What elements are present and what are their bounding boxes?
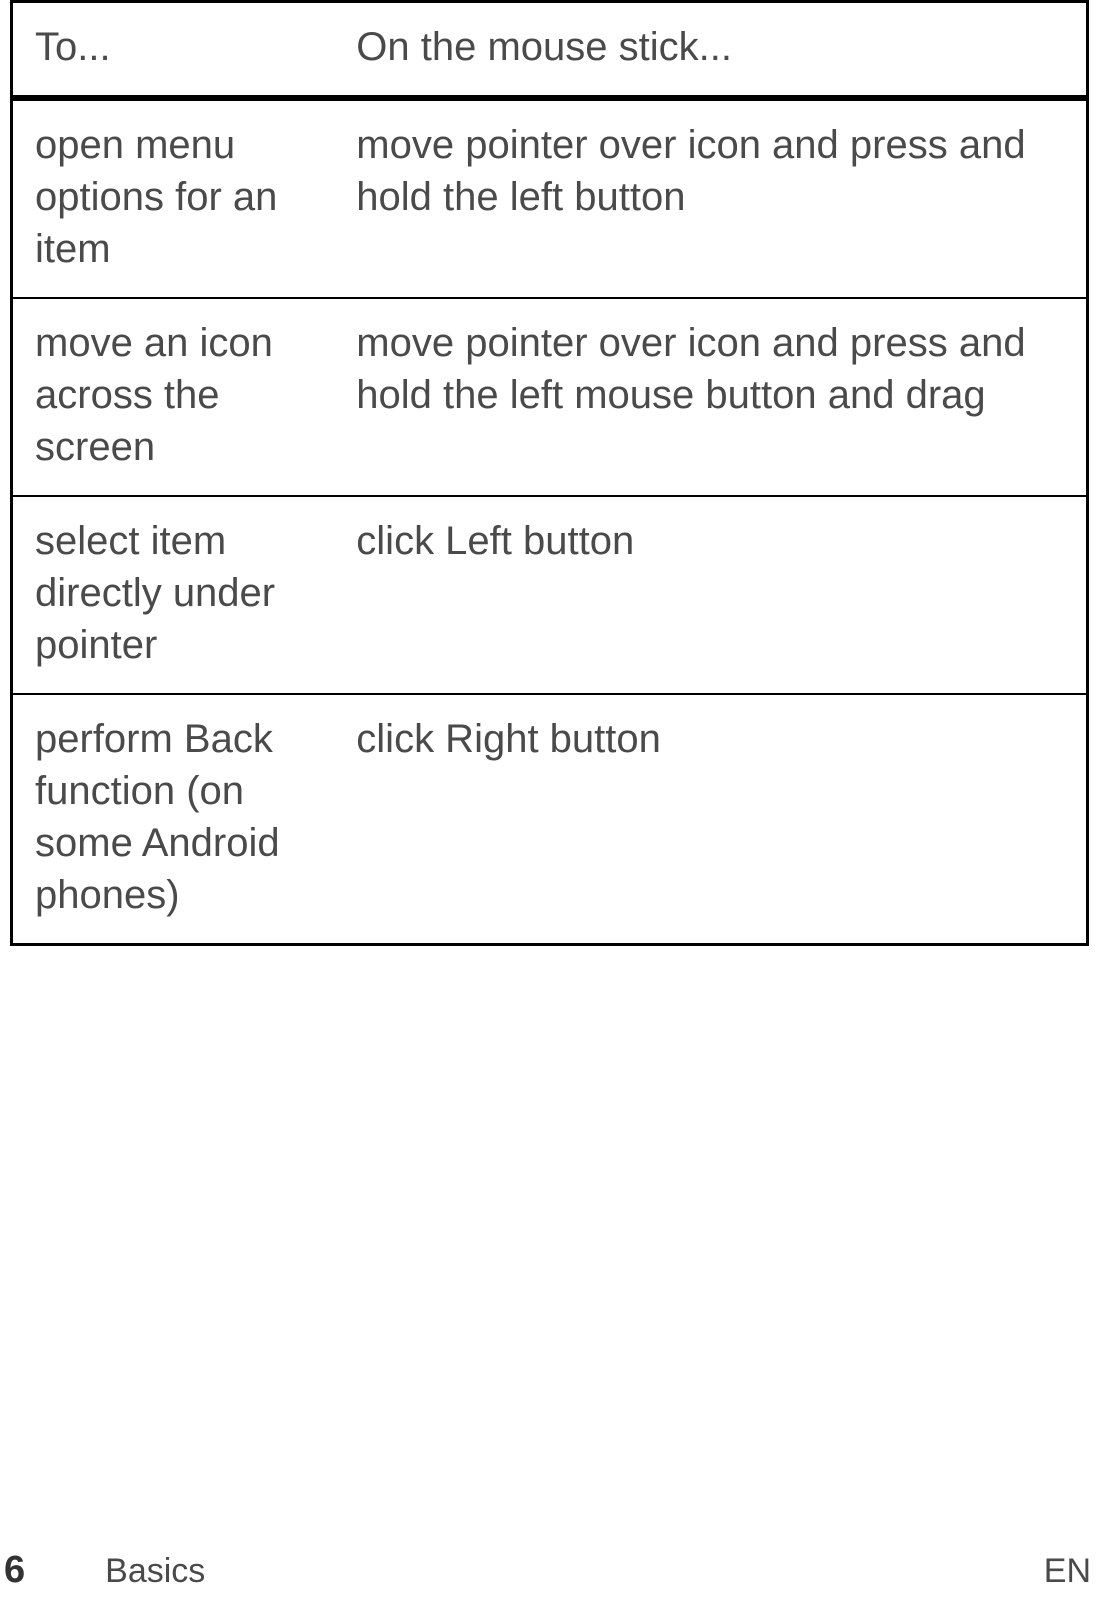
instruction-cell: click Left button	[334, 496, 1087, 694]
table-row: move an icon across the screen move poin…	[12, 298, 1088, 496]
action-cell: perform Back function (on some Android p…	[12, 694, 335, 945]
header-instruction: On the mouse stick...	[334, 2, 1087, 99]
instructions-table: To... On the mouse stick... open menu op…	[10, 0, 1089, 946]
table-row: open menu options for an item move point…	[12, 98, 1088, 298]
instruction-cell: move pointer over icon and press and hol…	[334, 298, 1087, 496]
section-title: Basics	[105, 1552, 1044, 1591]
header-action: To...	[12, 2, 335, 99]
table-row: perform Back function (on some Android p…	[12, 694, 1088, 945]
table-header-row: To... On the mouse stick...	[12, 2, 1088, 99]
language-code: EN	[1044, 1552, 1091, 1591]
instruction-cell: move pointer over icon and press and hol…	[334, 98, 1087, 298]
action-cell: move an icon across the screen	[12, 298, 335, 496]
action-cell: open menu options for an item	[12, 98, 335, 298]
page-number: 6	[4, 1549, 25, 1592]
table-row: select item directly under pointer click…	[12, 496, 1088, 694]
action-cell: select item directly under pointer	[12, 496, 335, 694]
page-footer: 6 Basics EN	[4, 1549, 1091, 1592]
instruction-cell: click Right button	[334, 694, 1087, 945]
